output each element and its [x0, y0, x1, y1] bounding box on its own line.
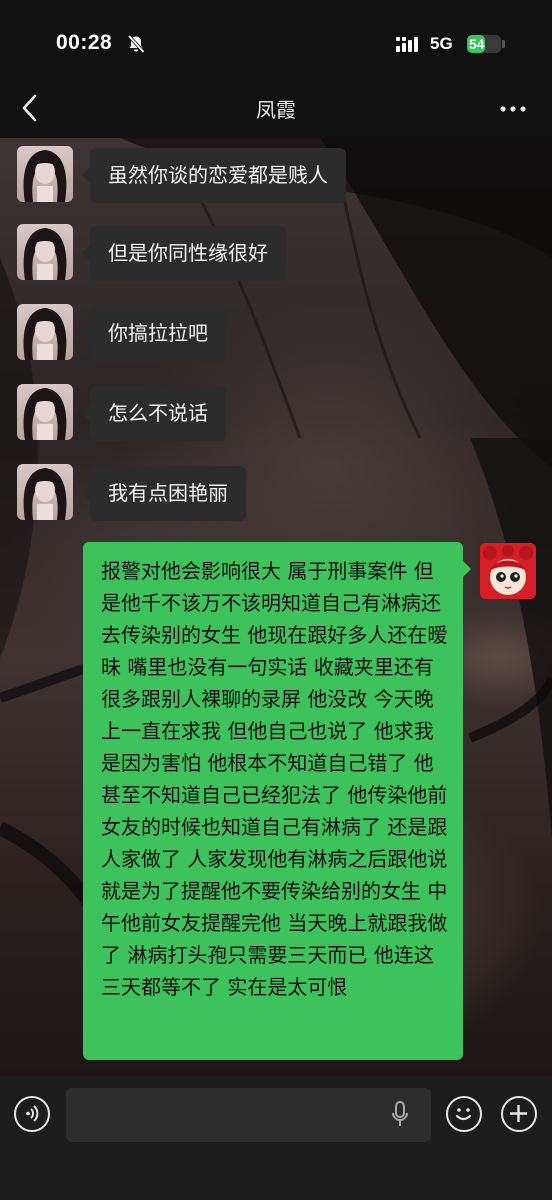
voice-toggle-icon[interactable] — [14, 1096, 50, 1132]
message-bubble-incoming[interactable]: 怎么不说话 — [82, 386, 226, 441]
signal-bars-icon — [396, 37, 418, 52]
plus-circle-icon[interactable] — [501, 1096, 537, 1132]
message-bubble-incoming[interactable]: 虽然你谈的恋爱都是贱人 — [82, 148, 346, 203]
message-bubble-incoming[interactable]: 你搞拉拉吧 — [82, 306, 226, 361]
battery-percent: 54 — [469, 36, 485, 52]
status-bar: 00:28 5G 54 — [0, 0, 552, 80]
network-type: 5G — [430, 34, 453, 53]
microphone-icon[interactable] — [390, 1100, 410, 1130]
emoji-face-icon[interactable] — [446, 1096, 482, 1132]
contact-avatar[interactable] — [17, 146, 73, 202]
message-input[interactable] — [66, 1088, 431, 1142]
status-time: 00:28 — [56, 31, 113, 54]
contact-avatar[interactable] — [17, 464, 73, 520]
message-bubble-incoming[interactable]: 但是你同性缘很好 — [82, 226, 286, 281]
more-dots-icon[interactable] — [498, 94, 528, 124]
contact-avatar[interactable] — [17, 304, 73, 360]
chat-title: 凤霞 — [256, 98, 296, 122]
chat-message-list[interactable]: 虽然你谈的恋爱都是贱人 但是你同性缘很好 你搞拉拉吧怎么不说话我有点困艳丽报警对他会… — [0, 138, 552, 1076]
message-bubble-incoming[interactable]: 我有点困艳丽 — [82, 466, 246, 521]
contact-avatar[interactable] — [17, 224, 73, 280]
contact-avatar[interactable] — [17, 384, 73, 440]
my-avatar[interactable] — [480, 543, 536, 599]
input-bar — [0, 1076, 552, 1200]
message-bubble-outgoing[interactable]: 报警对他会影响很大 属于刑事案件 但是他千不该万不该明知道自己有淋病还去传染别的… — [83, 542, 471, 1060]
chat-header: 凤霞 — [0, 80, 552, 138]
battery-icon: 54 — [467, 35, 505, 53]
mute-bell-icon — [127, 34, 145, 54]
